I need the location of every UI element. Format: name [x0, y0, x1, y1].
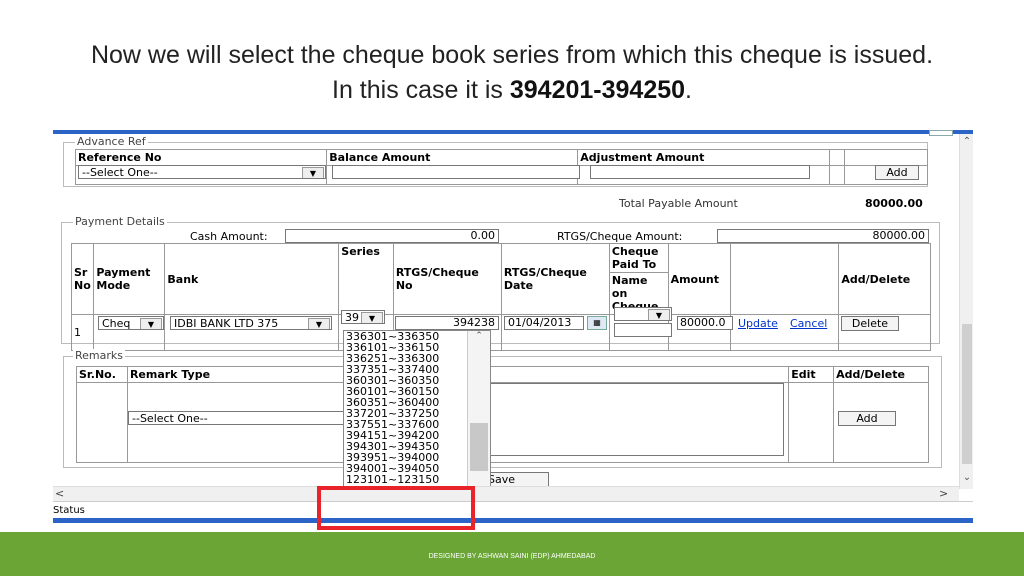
adjustment-input[interactable] — [590, 165, 810, 179]
col-sr-no: Sr No — [70, 243, 95, 315]
chevron-up-icon[interactable]: ⌃ — [960, 136, 973, 147]
col-cheque-no: RTGS/Cheque No — [392, 243, 502, 315]
remarks-legend: Remarks — [73, 349, 125, 362]
window-top-bar — [53, 130, 973, 134]
payment-table: Sr No Payment Mode Bank Series RTGS/Cheq… — [70, 243, 931, 351]
cash-amount-label: Cash Amount: — [190, 230, 268, 243]
chevron-down-icon: ▼ — [302, 167, 324, 178]
window-bottom-bar — [53, 518, 973, 523]
scroll-thumb[interactable] — [962, 324, 972, 464]
calendar-icon[interactable]: ▦ — [587, 316, 607, 330]
cancel-link[interactable]: Cancel — [790, 317, 827, 330]
cash-amount-input[interactable]: 0.00 — [285, 229, 499, 243]
remarks-add-button[interactable]: Add — [838, 411, 896, 426]
total-payable-label: Total Payable Amount — [619, 197, 738, 210]
dropdown-scroll-thumb[interactable] — [470, 423, 488, 471]
payment-details-legend: Payment Details — [73, 215, 167, 228]
payment-mode-select[interactable]: Cheq ▼ — [98, 316, 164, 330]
chevron-down-icon: ▼ — [361, 312, 383, 323]
advance-ref-legend: Advance Ref — [75, 135, 148, 148]
col-add-delete: Add/Delete — [838, 243, 931, 315]
col-remarks-sr: Sr.No. — [76, 366, 128, 383]
chevron-up-icon[interactable]: ⌃ — [468, 331, 490, 341]
advance-add-button[interactable]: Add — [875, 165, 919, 180]
window-button[interactable] — [929, 130, 953, 136]
name-on-cheque-input[interactable] — [614, 323, 672, 337]
col-balance-amount: Balance Amount — [326, 149, 579, 166]
status-bar: Status — [53, 501, 973, 519]
bank-select[interactable]: IDBI BANK LTD 375 ▼ — [170, 316, 332, 330]
col-amount: Amount — [667, 243, 732, 315]
series-select[interactable]: 39 ▼ — [341, 310, 385, 324]
caption-highlight: 394201-394250 — [509, 76, 686, 104]
col-adjustment-amount: Adjustment Amount — [577, 149, 830, 166]
chevron-left-icon[interactable]: < — [55, 487, 64, 500]
balance-input[interactable] — [332, 165, 580, 179]
chevron-down-icon: ▼ — [648, 309, 670, 320]
chevron-down-icon[interactable]: ⌄ — [960, 472, 973, 483]
total-payable-value: 80000.00 — [865, 197, 923, 210]
col-reference-no: Reference No — [74, 149, 328, 166]
chevron-down-icon: ▼ — [140, 318, 162, 329]
col-cheque-date: RTGS/Cheque Date — [500, 243, 610, 315]
col-series: Series — [338, 243, 394, 315]
reference-select[interactable]: --Select One-- ▼ — [78, 165, 326, 179]
caption-line-1: Now we will select the cheque book serie… — [90, 41, 934, 69]
col-bank: Bank — [164, 243, 340, 315]
highlight-box — [317, 486, 475, 530]
col-remarks-add-delete: Add/Delete — [833, 366, 929, 383]
horizontal-scrollbar[interactable]: < > — [53, 486, 959, 501]
app-screenshot: Advance Ref Reference No Balance Amount … — [53, 130, 973, 523]
cheque-no-input[interactable]: 394238 — [395, 316, 499, 330]
rtgs-amount-label: RTGS/Cheque Amount: — [557, 230, 683, 243]
chevron-right-icon[interactable]: > — [939, 487, 948, 500]
remark-type-select[interactable]: --Select One-- — [128, 411, 348, 425]
caption-line-2: In this case it is 394201-394250. — [332, 76, 692, 104]
payment-delete-button[interactable]: Delete — [841, 316, 899, 331]
update-link[interactable]: Update — [738, 317, 778, 330]
chevron-down-icon: ▼ — [308, 318, 330, 329]
col-payment-mode: Payment Mode — [93, 243, 166, 315]
rtgs-amount-input[interactable]: 80000.00 — [717, 229, 929, 243]
vertical-scrollbar[interactable]: ⌃ ⌄ — [959, 134, 973, 489]
amount-input[interactable]: 80000.0 — [677, 316, 733, 330]
col-paid-to: Cheque Paid To Name on Cheque — [608, 243, 669, 315]
slide-footer: DESIGNED BY ASHWAN SAINI (EDP) AHMEDABAD — [0, 532, 1024, 576]
col-edit: Edit — [788, 366, 835, 383]
paid-to-select[interactable]: ▼ — [614, 307, 672, 321]
remark-textarea[interactable] — [488, 383, 784, 456]
cheque-date-input[interactable]: 01/04/2013 — [504, 316, 584, 330]
row-sr: 1 — [70, 314, 95, 351]
slide-caption: Now we will select the cheque book serie… — [0, 38, 1024, 108]
